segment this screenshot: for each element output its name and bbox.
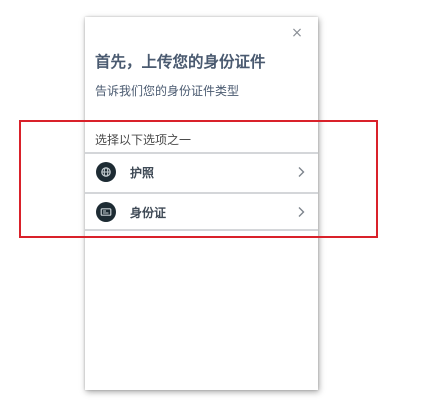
id-upload-dialog: × 首先，上传您的身份证件 告诉我们您的身份证件类型 选择以下选项之一 护照 身… xyxy=(85,17,318,390)
options-heading: 选择以下选项之一 xyxy=(95,133,192,147)
chevron-right-icon xyxy=(298,207,305,217)
chevron-right-icon xyxy=(298,167,305,177)
divider xyxy=(85,229,318,231)
passport-icon xyxy=(96,162,116,182)
option-id-card[interactable]: 身份证 xyxy=(85,194,318,230)
option-passport[interactable]: 护照 xyxy=(85,154,318,190)
dialog-title: 首先，上传您的身份证件 xyxy=(95,53,266,71)
option-label: 护照 xyxy=(130,166,155,180)
id-card-icon xyxy=(96,202,116,222)
dialog-subtitle: 告诉我们您的身份证件类型 xyxy=(95,84,240,98)
close-icon: × xyxy=(291,25,303,41)
option-label: 身份证 xyxy=(130,206,167,220)
screen: × 首先，上传您的身份证件 告诉我们您的身份证件类型 选择以下选项之一 护照 身… xyxy=(0,0,438,409)
close-button[interactable]: × xyxy=(290,26,304,40)
